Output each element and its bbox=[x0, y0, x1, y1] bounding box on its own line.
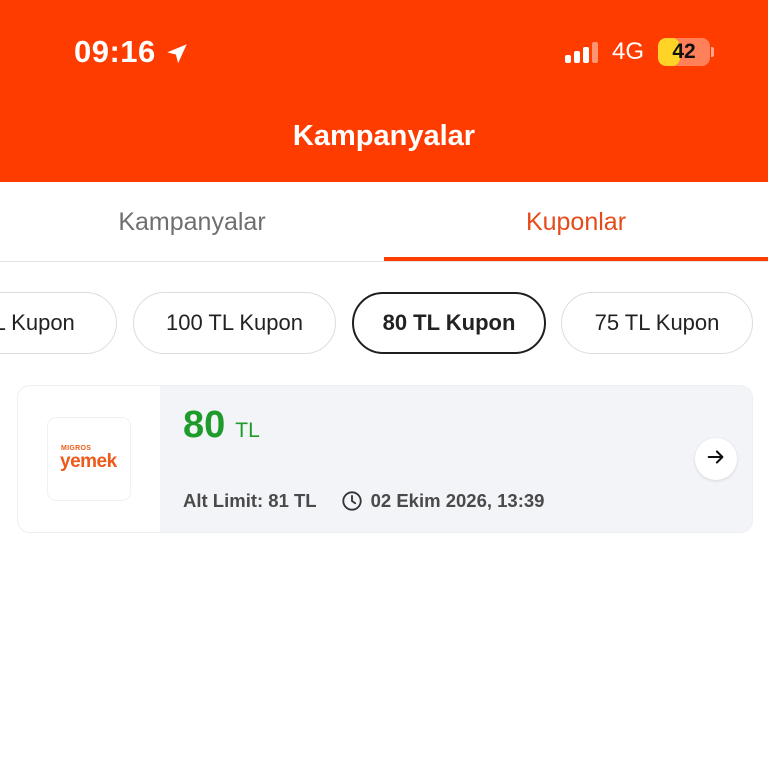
app-header: 09:16 4G 42 Kampanyalar bbox=[0, 0, 768, 182]
chip-tl-kupon[interactable]: TL Kupon bbox=[0, 292, 117, 354]
battery-level: 42 bbox=[672, 40, 696, 63]
coupon-detail-button[interactable] bbox=[695, 438, 737, 480]
migros-yemek-logo: MIGROS yemek bbox=[48, 418, 130, 500]
chip-100-tl-kupon[interactable]: 100 TL Kupon bbox=[133, 292, 336, 354]
coupon-logo-panel: MIGROS yemek bbox=[18, 386, 160, 532]
chip-75-tl-kupon[interactable]: 75 TL Kupon bbox=[561, 292, 753, 354]
coupon-meta: Alt Limit: 81 TL 02 Ekim 2026, 13:39 bbox=[183, 490, 544, 512]
battery-icon: 42 bbox=[658, 38, 714, 66]
active-tab-indicator bbox=[384, 257, 768, 261]
coupon-amount: 80 TL bbox=[183, 404, 260, 447]
coupon-card[interactable]: MIGROS yemek 80 TL Alt Limit: 81 TL 02 E… bbox=[18, 386, 752, 532]
tab-kuponlar[interactable]: Kuponlar bbox=[384, 182, 768, 262]
coupon-min-limit: Alt Limit: 81 TL bbox=[183, 490, 317, 511]
coupon-filter-chips: TL Kupon 100 TL Kupon 80 TL Kupon 75 TL … bbox=[0, 292, 768, 356]
segment-tabs: Kampanyalar Kuponlar bbox=[0, 182, 768, 262]
tab-kampanyalar[interactable]: Kampanyalar bbox=[0, 182, 384, 262]
location-arrow-icon bbox=[164, 39, 190, 65]
cellular-signal-icon bbox=[564, 41, 598, 63]
status-time-text: 09:16 bbox=[74, 34, 156, 69]
coupon-amount-value: 80 bbox=[183, 404, 226, 446]
page-title: Kampanyalar bbox=[292, 120, 476, 152]
network-type: 4G bbox=[611, 38, 644, 65]
coupon-amount-currency: TL bbox=[235, 419, 260, 442]
status-time: 09:16 bbox=[74, 34, 190, 70]
arrow-right-icon bbox=[705, 446, 727, 473]
coupon-expiry: 02 Ekim 2026, 13:39 bbox=[370, 490, 545, 511]
chip-80-tl-kupon[interactable]: 80 TL Kupon bbox=[352, 292, 546, 354]
status-indicators: 4G 42 bbox=[564, 38, 714, 66]
clock-icon bbox=[341, 490, 363, 512]
